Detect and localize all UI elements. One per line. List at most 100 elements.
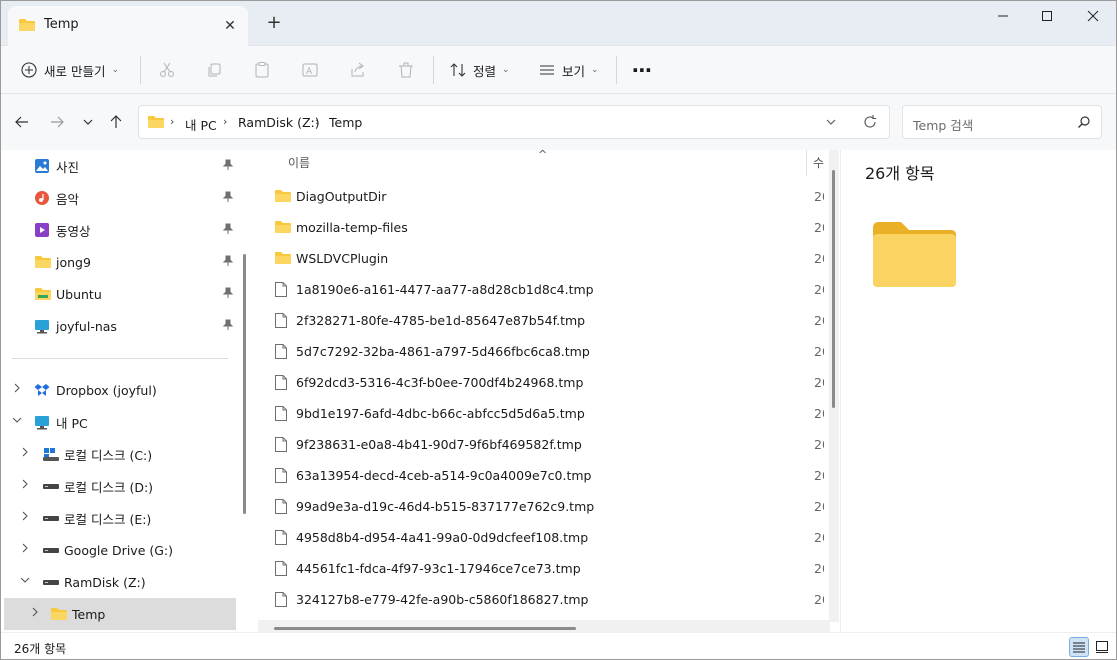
sidebar-item-drive-c[interactable]: 로컬 디스크 (C:) — [4, 438, 236, 470]
file-name: 5d7c7292-32ba-4861-a797-5d466fbc6ca8.tmp — [296, 344, 590, 359]
sidebar-item-dropbox[interactable]: Dropbox (joyful) — [4, 374, 236, 406]
close-tab-icon[interactable]: ✕ — [220, 16, 240, 36]
new-button[interactable]: 새로 만들기 ⌄ — [20, 54, 119, 86]
arrow-right-icon — [51, 116, 64, 128]
chevron-right-icon[interactable] — [18, 511, 32, 525]
title-bar: Temp ✕ + — [0, 0, 1117, 46]
forward-button[interactable] — [45, 110, 69, 134]
file-row[interactable]: WSLDVCPlugin 20 — [270, 243, 824, 274]
up-button[interactable] — [104, 110, 128, 134]
sidebar-item-ramdisk[interactable]: RamDisk (Z:) — [4, 566, 236, 598]
address-history-chevron-icon[interactable] — [825, 116, 837, 131]
svg-text:A: A — [306, 67, 313, 77]
file-row[interactable]: 9f238631-e0a8-4b41-90d7-9f6bf469582f.tmp… — [270, 429, 824, 460]
command-bar: 새로 만들기 ⌄ A 정렬 ⌄ 보기 ⌄ ⋯ — [0, 46, 1117, 94]
file-row[interactable]: 324127b8-e779-42fe-a90b-c5860f186827.tmp… — [270, 584, 824, 615]
share-button[interactable] — [342, 54, 374, 86]
file-row[interactable]: 2f328271-80fe-4785-be1d-85647e87b54f.tmp… — [270, 305, 824, 336]
sidebar-item-videos[interactable]: 동영상 — [4, 214, 236, 246]
delete-button[interactable] — [390, 54, 422, 86]
sort-button[interactable]: 정렬 ⌄ — [449, 54, 510, 86]
sidebar-item-drive-e[interactable]: 로컬 디스크 (E:) — [4, 502, 236, 534]
file-row[interactable]: 4958d8b4-d954-4a41-99a0-0d9dcfeef108.tmp… — [270, 522, 824, 553]
folder-icon — [34, 286, 51, 302]
search-input[interactable]: Temp 검색 — [902, 105, 1102, 139]
minimize-button[interactable] — [980, 4, 1026, 28]
file-row[interactable]: 5d7c7292-32ba-4861-a797-5d466fbc6ca8.tmp… — [270, 336, 824, 367]
refresh-icon[interactable] — [862, 114, 878, 133]
sidebar-item-ubuntu[interactable]: Ubuntu — [4, 278, 236, 310]
cut-button[interactable] — [151, 54, 183, 86]
sidebar-item-drive-d[interactable]: 로컬 디스크 (D:) — [4, 470, 236, 502]
chevron-right-icon[interactable] — [18, 447, 32, 461]
sidebar-item-music[interactable]: 음악 — [4, 182, 236, 214]
file-icon — [274, 343, 288, 363]
folder-icon — [34, 254, 51, 270]
file-row[interactable]: 9bd1e197-6afd-4dbc-b66c-abfcc5d5d6a5.tmp… — [270, 398, 824, 429]
sidebar-item-temp[interactable]: Temp — [4, 598, 236, 630]
file-name: 44561fc1-fdca-4f97-93c1-17946ce7ce73.tmp — [296, 561, 581, 576]
copy-button[interactable] — [198, 54, 230, 86]
more-options-button[interactable]: ⋯ — [626, 54, 658, 86]
details-view-button[interactable] — [1069, 637, 1089, 657]
chevron-right-icon[interactable] — [18, 543, 32, 557]
tab-temp[interactable]: Temp ✕ — [8, 6, 248, 46]
file-date: 20 — [814, 375, 824, 390]
folder-icon — [147, 114, 165, 133]
file-row[interactable]: 44561fc1-fdca-4f97-93c1-17946ce7ce73.tmp… — [270, 553, 824, 584]
breadcrumb-ramdisk[interactable]: RamDisk (Z:) — [238, 115, 320, 130]
large-icons-view-button[interactable] — [1092, 637, 1112, 657]
file-row[interactable]: mozilla-temp-files 20 — [270, 212, 824, 243]
file-icon — [274, 560, 288, 580]
paste-button[interactable] — [246, 54, 278, 86]
column-header-date[interactable]: 수 — [813, 154, 824, 171]
sidebar-item-my-pc[interactable]: 내 PC — [4, 406, 236, 438]
file-row[interactable]: DiagOutputDir 20 — [270, 181, 824, 212]
sidebar-scrollbar[interactable] — [243, 254, 246, 514]
chevron-down-icon[interactable] — [10, 415, 24, 429]
chevron-right-icon[interactable] — [18, 479, 32, 493]
chevron-right-icon[interactable] — [28, 607, 42, 621]
scrollbar-thumb[interactable] — [274, 627, 576, 630]
breadcrumb-my-pc[interactable]: 내 PC — [185, 115, 217, 134]
chevron-down-icon[interactable] — [18, 575, 32, 589]
pin-icon[interactable] — [222, 191, 234, 206]
column-header-name[interactable]: 이름 — [288, 154, 310, 171]
rename-button[interactable]: A — [294, 54, 326, 86]
pin-icon[interactable] — [222, 319, 234, 334]
file-name: 324127b8-e779-42fe-a90b-c5860f186827.tmp — [296, 592, 589, 607]
file-date: 20 — [814, 313, 824, 328]
file-row[interactable]: 99ad9e3a-d19c-46d4-b515-837177e762c9.tmp… — [270, 491, 824, 522]
file-row[interactable]: 1a8190e6-a161-4477-aa77-a8d28cb1d8c4.tmp… — [270, 274, 824, 305]
file-list-vertical-scrollbar[interactable] — [829, 150, 839, 622]
drive-icon — [42, 574, 59, 590]
sidebar-item-jong9[interactable]: jong9 — [4, 246, 236, 278]
back-button[interactable] — [10, 110, 34, 134]
file-row[interactable]: 63a13954-decd-4ceb-a514-9c0a4009e7c0.tmp… — [270, 460, 824, 491]
breadcrumb-temp[interactable]: Temp — [329, 115, 362, 130]
close-window-button[interactable] — [1070, 4, 1116, 28]
sidebar-item-pictures[interactable]: 사진 — [4, 150, 236, 182]
maximize-button[interactable] — [1024, 4, 1070, 28]
sidebar-item-label: 음악 — [56, 191, 80, 207]
new-tab-button[interactable]: + — [262, 12, 286, 36]
scrollbar-thumb[interactable] — [832, 170, 835, 408]
file-name: 9bd1e197-6afd-4dbc-b66c-abfcc5d5d6a5.tmp — [296, 406, 585, 421]
sidebar-item-google-drive[interactable]: Google Drive (G:) — [4, 534, 236, 566]
pin-icon[interactable] — [222, 159, 234, 174]
sidebar-item-joyful-nas[interactable]: joyful-nas — [4, 310, 236, 342]
address-bar[interactable]: › 내 PC › RamDisk (Z:) › Temp — [138, 105, 890, 139]
file-date: 20 — [814, 220, 824, 235]
pin-icon[interactable] — [222, 287, 234, 302]
search-icon — [1077, 115, 1091, 132]
file-list-horizontal-scrollbar[interactable] — [258, 620, 830, 632]
chevron-right-icon[interactable] — [10, 383, 24, 397]
pin-icon[interactable] — [222, 223, 234, 238]
view-button[interactable]: 보기 ⌄ — [538, 54, 599, 86]
tiles-view-icon — [1096, 641, 1108, 653]
pin-icon[interactable] — [222, 255, 234, 270]
recent-locations-button[interactable] — [76, 110, 100, 134]
file-name: 4958d8b4-d954-4a41-99a0-0d9dcfeef108.tmp — [296, 530, 589, 545]
column-divider[interactable] — [806, 150, 807, 176]
file-row[interactable]: 6f92dcd3-5316-4c3f-b0ee-700df4b24968.tmp… — [270, 367, 824, 398]
